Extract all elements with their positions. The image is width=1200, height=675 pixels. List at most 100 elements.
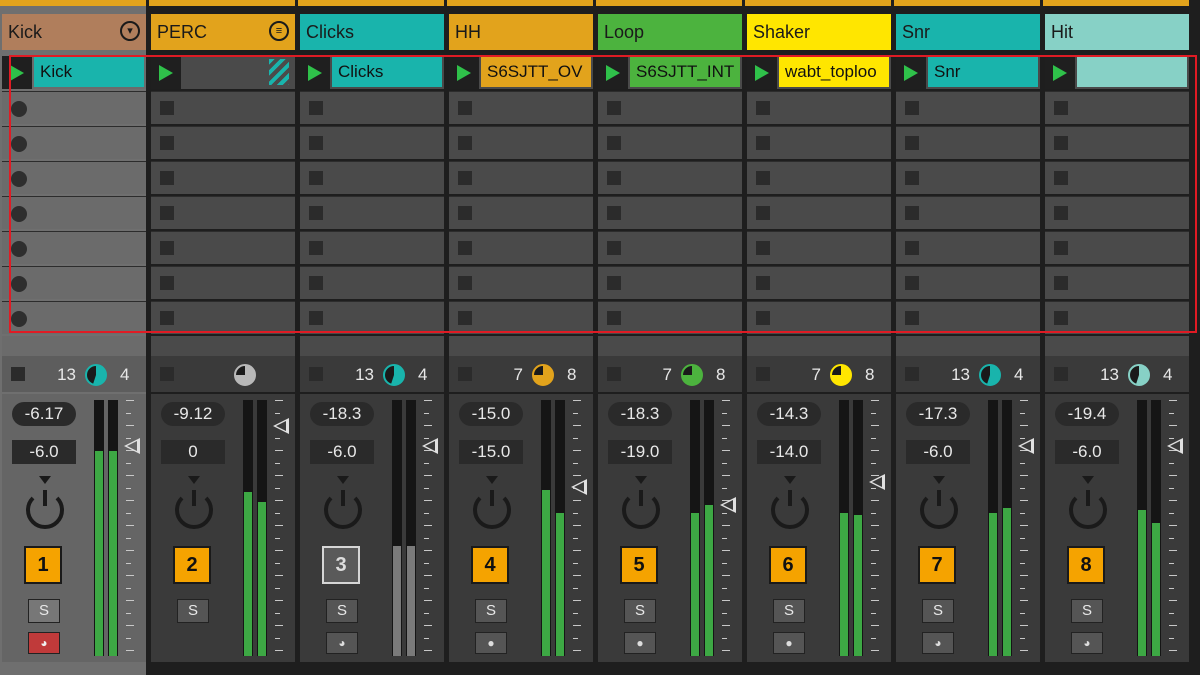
stop-clip-icon[interactable]	[1054, 311, 1068, 325]
record-slot-icon[interactable]	[11, 101, 27, 117]
monitor-button[interactable]: ◕	[922, 632, 954, 654]
clip-slot-empty[interactable]	[449, 266, 593, 299]
group-fold-icon[interactable]: ≡	[269, 21, 289, 41]
clip-slot-empty[interactable]	[598, 91, 742, 124]
stop-clip-icon[interactable]	[905, 311, 919, 325]
track-header[interactable]: Shaker	[747, 14, 891, 50]
clip-slot[interactable]: Kick	[2, 56, 146, 89]
solo-button[interactable]: S	[773, 599, 805, 623]
clip-launch-button[interactable]	[598, 56, 628, 89]
stop-track-icon[interactable]	[905, 367, 919, 381]
stop-clip-icon[interactable]	[1054, 206, 1068, 220]
stop-track-icon[interactable]	[1054, 367, 1068, 381]
clip-slot-empty[interactable]	[151, 301, 295, 334]
stop-clip-icon[interactable]	[160, 101, 174, 115]
fader-readout[interactable]: -19.0	[608, 440, 672, 464]
volume-fader-handle[interactable]	[422, 438, 438, 454]
clip-slot-empty[interactable]	[300, 91, 444, 124]
volume-readout[interactable]: -17.3	[906, 402, 970, 426]
record-slot-icon[interactable]	[11, 206, 27, 222]
clip-slot-empty[interactable]	[2, 301, 146, 334]
record-arm-button[interactable]: ●	[624, 632, 656, 654]
solo-button[interactable]: S	[1071, 599, 1103, 623]
stop-track-icon[interactable]	[309, 367, 323, 381]
record-slot-icon[interactable]	[11, 311, 27, 327]
clip-slot-empty[interactable]	[151, 231, 295, 264]
clip-slot-empty[interactable]	[896, 266, 1040, 299]
clip-slot-empty[interactable]	[151, 266, 295, 299]
solo-button[interactable]: S	[922, 599, 954, 623]
clip-slot[interactable]: S6SJTT_OV	[449, 56, 593, 89]
volume-readout[interactable]: -6.17	[12, 402, 76, 426]
fader-readout[interactable]: -15.0	[459, 440, 523, 464]
fader-readout[interactable]: -14.0	[757, 440, 821, 464]
clip-slot-empty[interactable]	[896, 301, 1040, 334]
volume-readout[interactable]: -14.3	[757, 402, 821, 426]
clip-slot-empty[interactable]	[1045, 196, 1189, 229]
monitor-button[interactable]: ◕	[1071, 632, 1103, 654]
stop-clip-icon[interactable]	[160, 206, 174, 220]
stop-clip-icon[interactable]	[458, 241, 472, 255]
stop-clip-icon[interactable]	[756, 136, 770, 150]
clip-slot-empty[interactable]	[1045, 266, 1189, 299]
pan-knob[interactable]	[914, 474, 964, 532]
record-arm-button[interactable]: ●	[773, 632, 805, 654]
track-activator-button[interactable]: 4	[471, 546, 509, 584]
stop-clip-icon[interactable]	[309, 136, 323, 150]
fader-readout[interactable]: 0	[161, 440, 225, 464]
clip-launch-button[interactable]	[151, 56, 181, 89]
track-header[interactable]: Clicks	[300, 14, 444, 50]
fader-readout[interactable]: -6.0	[1055, 440, 1119, 464]
stop-clip-icon[interactable]	[607, 276, 621, 290]
stop-clip-icon[interactable]	[458, 136, 472, 150]
clip-slot-empty[interactable]	[1045, 91, 1189, 124]
stop-clip-icon[interactable]	[1054, 276, 1068, 290]
clip[interactable]: S6SJTT_OV	[481, 57, 591, 87]
volume-fader-handle[interactable]	[124, 438, 140, 454]
clip-slot-empty[interactable]	[300, 231, 444, 264]
stop-clip-icon[interactable]	[458, 101, 472, 115]
track-activator-button[interactable]: 2	[173, 546, 211, 584]
clip-slot-empty[interactable]	[300, 126, 444, 159]
volume-readout[interactable]: -18.3	[608, 402, 672, 426]
stop-clip-icon[interactable]	[458, 171, 472, 185]
clip-slot[interactable]: Snr	[896, 56, 1040, 89]
clip-slot-empty[interactable]	[747, 126, 891, 159]
stop-clip-icon[interactable]	[905, 276, 919, 290]
record-slot-icon[interactable]	[11, 276, 27, 292]
clip-slot-empty[interactable]	[449, 161, 593, 194]
clip[interactable]: Clicks	[332, 57, 442, 87]
pan-knob[interactable]	[467, 474, 517, 532]
stop-clip-icon[interactable]	[309, 276, 323, 290]
volume-fader-handle[interactable]	[869, 474, 885, 490]
arm-button[interactable]: ◕	[28, 632, 60, 654]
stop-clip-icon[interactable]	[905, 171, 919, 185]
stop-clip-icon[interactable]	[309, 171, 323, 185]
pan-knob[interactable]	[20, 474, 70, 532]
clip-slot-empty[interactable]	[449, 126, 593, 159]
stop-track-icon[interactable]	[607, 367, 621, 381]
solo-button[interactable]: S	[326, 599, 358, 623]
clip-launch-button[interactable]	[747, 56, 777, 89]
pan-knob[interactable]	[616, 474, 666, 532]
clip-slot-empty[interactable]	[747, 91, 891, 124]
clip-slot[interactable]	[151, 56, 295, 89]
clip-slot-empty[interactable]	[598, 161, 742, 194]
fader-readout[interactable]: -6.0	[310, 440, 374, 464]
stop-clip-icon[interactable]	[309, 311, 323, 325]
stop-track-icon[interactable]	[756, 367, 770, 381]
clip-slot-empty[interactable]	[896, 231, 1040, 264]
stop-clip-icon[interactable]	[756, 241, 770, 255]
stop-clip-icon[interactable]	[607, 311, 621, 325]
stop-track-icon[interactable]	[11, 367, 25, 381]
pan-knob[interactable]	[318, 474, 368, 532]
track-activator-button[interactable]: 7	[918, 546, 956, 584]
clip-launch-button[interactable]	[449, 56, 479, 89]
stop-clip-icon[interactable]	[458, 206, 472, 220]
volume-fader-handle[interactable]	[273, 418, 289, 434]
clip-slot-empty[interactable]	[598, 301, 742, 334]
clip-slot-empty[interactable]	[1045, 301, 1189, 334]
record-slot-icon[interactable]	[11, 136, 27, 152]
clip-slot-empty[interactable]	[747, 161, 891, 194]
clip-slot-empty[interactable]	[747, 301, 891, 334]
